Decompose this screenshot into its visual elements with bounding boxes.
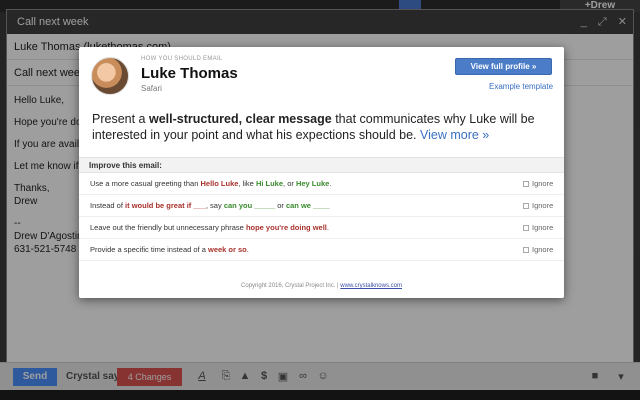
suggestion-text: Instead of [90, 201, 126, 210]
suggested-phrase: can you _____ [223, 201, 276, 210]
checkbox-icon[interactable] [523, 203, 529, 210]
ignore-checkbox[interactable]: Ignore [523, 173, 553, 195]
crystal-modal: HOW YOU SHOULD EMAIL Luke Thomas Safari … [79, 47, 564, 298]
avatar [91, 57, 129, 95]
example-template-link[interactable]: Example template [489, 82, 553, 91]
person-browser: Safari [141, 84, 162, 93]
suggestion-text: , say [205, 201, 224, 210]
phrase-to-replace: week or so [207, 245, 247, 254]
phrase-to-replace: it would be great if ___ [125, 201, 206, 210]
copyright-footer: Copyright 2016, Crystal Project Inc. | w… [79, 283, 564, 289]
suggested-phrase: Hey Luke [295, 179, 330, 188]
view-more-link[interactable]: View more » [420, 128, 489, 142]
suggestion-text: , like [238, 179, 256, 188]
suggested-phrase: can we ____ [285, 201, 330, 210]
modal-header: HOW YOU SHOULD EMAIL Luke Thomas Safari … [79, 47, 564, 101]
ignore-label: Ignore [532, 201, 554, 210]
ignore-checkbox[interactable]: Ignore [523, 217, 553, 239]
ignore-label: Ignore [532, 245, 554, 254]
view-profile-button[interactable]: View full profile » [455, 58, 552, 75]
copyright-text: Copyright 2016, Crystal Project Inc. | [241, 283, 341, 289]
suggestion-text: . [326, 223, 329, 232]
checkbox-icon[interactable] [523, 247, 529, 254]
checkbox-icon[interactable] [523, 225, 529, 232]
suggestion-text: , or [283, 179, 296, 188]
suggestion-text: . [329, 179, 332, 188]
checkbox-icon[interactable] [523, 181, 529, 188]
suggestion-text: Leave out the friendly but unnecessary p… [90, 223, 246, 232]
summary-pre: Present a [92, 112, 149, 126]
summary-text: Present a well-structured, clear message… [79, 101, 564, 157]
crystal-site-link[interactable]: www.crystalknows.com [340, 283, 402, 289]
suggestion-text: . [246, 245, 249, 254]
improve-heading: Improve this email: [79, 157, 564, 173]
ignore-checkbox[interactable]: Ignore [523, 239, 553, 261]
suggestion-text: Use a more casual greeting than [90, 179, 201, 188]
how-to-email-label: HOW YOU SHOULD EMAIL [141, 56, 223, 62]
ignore-checkbox[interactable]: Ignore [523, 195, 553, 217]
person-name: Luke Thomas [141, 65, 238, 82]
suggestion-row: Instead of it would be great if ___, say… [79, 195, 564, 217]
ignore-label: Ignore [532, 179, 554, 188]
suggestion-text: or [275, 201, 286, 210]
phrase-to-replace: Hello Luke [200, 179, 239, 188]
suggested-phrase: Hi Luke [255, 179, 284, 188]
suggestion-row: Provide a specific time instead of a wee… [79, 239, 564, 261]
phrase-to-remove: hope you're doing well [245, 223, 327, 232]
suggestion-row: Use a more casual greeting than Hello Lu… [79, 173, 564, 195]
suggestion-text: Provide a specific time instead of a [90, 245, 208, 254]
summary-bold: well-structured, clear message [148, 112, 332, 126]
suggestion-row: Leave out the friendly but unnecessary p… [79, 217, 564, 239]
ignore-label: Ignore [532, 223, 554, 232]
